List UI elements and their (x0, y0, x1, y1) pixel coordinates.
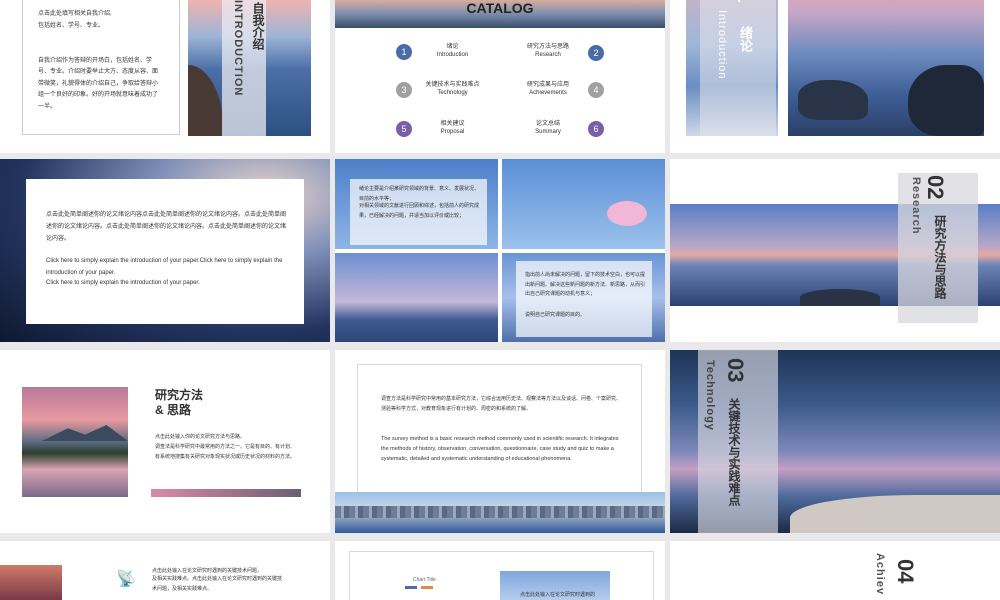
catalog-num-5: 5 (396, 121, 412, 137)
section-01-image-right (788, 0, 984, 136)
survey-box (357, 364, 642, 499)
catalog-num-6: 6 (588, 121, 604, 137)
intro-line-1: 点击此处填写相关自我介绍, (38, 11, 112, 17)
chart-caption: 点击此处输入在论文研究时遇到的 (520, 592, 596, 598)
section-01-cn: 绪论 (738, 26, 753, 52)
slide-grid: 点击此处填写相关自我介绍, 包括姓名、学号、专业。 自我介绍作为答辩的开场白，包… (0, 0, 1000, 600)
section-04-en: Achiev (874, 553, 886, 596)
catalog-item-1-cn: 绪论 (446, 44, 459, 50)
method-gradient-bar (151, 489, 301, 497)
mountain-image (22, 387, 128, 497)
catalog-item-4[interactable]: 研究成果与应用 Achievements (518, 81, 578, 97)
intro-title-en: INTRODUCTION (232, 0, 244, 97)
slide-key-tech[interactable]: 📡 点击此处输入在论文研究时遇到的关键技术问题， 及相关实践难点。点击此处输入在… (0, 541, 330, 600)
section-01-num: 01 (732, 0, 758, 2)
catalog-num-2: 2 (588, 45, 604, 61)
catalog-item-3-cn: 关键技术与实践难点 (425, 82, 480, 88)
chart-title: Chart Title (413, 577, 436, 583)
city-image (335, 492, 665, 533)
intro-line-2: 包括姓名、学号、专业。 (38, 23, 105, 29)
catalog-item-2[interactable]: 研究方法与思路 Research (518, 43, 578, 59)
key-tech-image (0, 565, 62, 600)
sky-text-b2: 说明自己研究课题的目的。 (525, 312, 586, 318)
catalog-item-5-cn: 相关建议 (440, 121, 465, 127)
catalog-item-1[interactable]: 绪论 Introduction (430, 43, 475, 59)
survey-cn: 调查方法是科学研究中常用的基本研究方法，它综合运用历史法、观察法等方法以及谈话、… (381, 396, 622, 412)
catalog-item-1-en: Introduction (436, 52, 469, 59)
intro-en-text-2: Click here to simply explain the introdu… (46, 280, 200, 286)
rock-2 (908, 65, 984, 136)
satellite-icon: 📡 (116, 571, 136, 588)
catalog-item-2-en: Research (535, 52, 561, 59)
method-title-1: 研究方法 (155, 388, 204, 402)
section-02-shore (800, 289, 880, 306)
section-03-beach (790, 495, 1000, 533)
slide-section-02[interactable]: 02 研究方法与思路 Research (670, 159, 1000, 342)
catalog-num-4: 4 (588, 82, 604, 98)
slide-survey[interactable]: 调查方法是科学研究中常用的基本研究方法，它综合运用历史法、观察法等方法以及谈话、… (335, 350, 665, 533)
cliff-shape (188, 65, 223, 136)
intro-en-text-1: Click here to simply explain the introdu… (46, 258, 283, 276)
catalog-item-2-cn: 研究方法与思路 (526, 44, 569, 50)
section-04-num: 04 (893, 559, 918, 584)
slide-section-04[interactable]: 04 Achiev (670, 541, 1000, 600)
sky-tile-3 (335, 253, 498, 342)
intro-title-cn: 自我介绍 (251, 2, 265, 50)
rock-1 (798, 80, 868, 120)
slide-chart[interactable]: Chart Title 点击此处输入在论文研究时遇到的 (335, 541, 665, 600)
intro-paragraph: 自我介绍作为答辩的开场白，包括姓名、学号、专业。介绍时要举止大方、态度从容、面带… (38, 58, 159, 110)
section-01-en: Introduction (716, 10, 728, 80)
catalog-item-3-en: Technology (437, 90, 468, 97)
catalog-item-4-en: Achievements (529, 90, 567, 97)
intro-cn-text: 点击此处简单阐述你的论文绪论内容点击此处简单阐述你的论文绪论内容。点击此处简单阐… (46, 212, 287, 242)
catalog-item-6-en: Summary (535, 129, 561, 136)
chart-legend (405, 586, 445, 589)
slide-catalog[interactable]: CATALOG 1 绪论 Introduction 研究方法与思路 Resear… (335, 0, 665, 153)
intro-content-box (26, 179, 304, 324)
slide-intro-content[interactable]: 点击此处简单阐述你的论文绪论内容点击此处简单阐述你的论文绪论内容。点击此处简单阐… (0, 159, 330, 342)
city-skyline (335, 506, 665, 518)
section-03-cn: 关键技术与实践难点 (727, 398, 741, 506)
catalog-num-1: 1 (396, 44, 412, 60)
slide-sky-quad[interactable]: 绪论主要是介绍某研究领域的背景、意义、发展状况、目前的水平等； 对相关领域的文献… (335, 159, 665, 342)
sky-text-a2: 对相关领域的文献进行回顾和综述，包括前人的研究成果，已经解决的问题，并适当加以评… (359, 203, 480, 219)
catalog-item-5[interactable]: 相关建议 Proposal (430, 120, 475, 136)
section-02-num: 02 (923, 175, 948, 200)
section-03-num: 03 (723, 358, 748, 383)
catalog-item-6[interactable]: 论文总结 Summary (528, 120, 568, 136)
sky-text-b1: 指出前人尚未解决的问题，留下的技术空白，也可以提出新问题、解决这些新问题的新方法… (525, 272, 646, 297)
key-tech-text-1: 点击此处输入在论文研究时遇到的关键技术问题， (152, 568, 263, 574)
mountain-range (42, 425, 128, 441)
slide-self-intro[interactable]: 点击此处填写相关自我介绍, 包括姓名、学号、专业。 自我介绍作为答辩的开场白，包… (0, 0, 330, 153)
pink-cloud (607, 201, 647, 226)
sky-tile-2 (502, 159, 665, 249)
catalog-item-6-cn: 论文总结 (535, 121, 560, 127)
slide-research-method[interactable]: 研究方法 & 思路 点击此处输入你的论文研究方法与思路。 调查法是科学研究中最常… (0, 350, 330, 533)
catalog-item-4-cn: 研究成果与应用 (526, 82, 569, 88)
section-03-en: Technology (704, 360, 716, 431)
catalog-item-5-en: Proposal (440, 129, 465, 136)
method-title-2: & 思路 (155, 403, 192, 417)
catalog-title: CATALOG (466, 0, 534, 16)
method-paragraph-2: 调查法是科学研究中最常用的方法之一。它是有目的、有计划、有系统地搜集有关研究对象… (155, 444, 296, 460)
catalog-item-3[interactable]: 关键技术与实践难点 Technology (420, 81, 485, 97)
catalog-num-3: 3 (396, 82, 412, 98)
method-paragraph-1: 点击此处输入你的论文研究方法与思路。 (155, 434, 246, 440)
section-02-en: Research (910, 177, 922, 235)
section-01-band (700, 0, 776, 136)
key-tech-text-2: 及相关实践难点。点击此处输入在论文研究时遇到的关键技术问题，及相关实践难点。 (152, 576, 283, 592)
slide-section-01[interactable]: 01 绪论 Introduction (670, 0, 1000, 153)
section-02-cn: 研究方法与思路 (933, 215, 947, 299)
slide-section-03[interactable]: 03 关键技术与实践难点 Technology (670, 350, 1000, 533)
survey-en: The survey method is a basic research me… (381, 436, 619, 462)
